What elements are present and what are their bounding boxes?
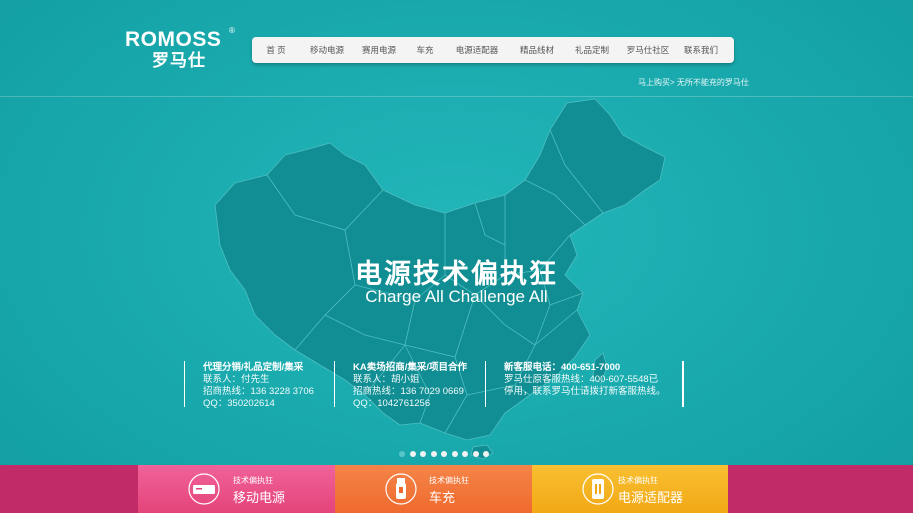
card-tag: 技术偏执狂 (429, 476, 469, 485)
contact-block-agent: 代理分销/礼品定制/集采 联系人：付先生 招商热线：136 3228 3706 … (184, 361, 314, 409)
contact-title: 代理分销/礼品定制/集采 (203, 362, 304, 373)
hero-title: 电源技术偏执狂 (355, 259, 558, 289)
contact-line: 联系人：付先生 (203, 374, 270, 385)
power-bank-icon (188, 473, 220, 505)
adapter-icon (582, 473, 614, 505)
contact-title: KA卖场招商/集采/项目合作 (353, 362, 468, 373)
logo-text-cn: 罗马仕 (152, 51, 206, 70)
nav-gift-custom[interactable]: 礼品定制 (566, 44, 618, 56)
contact-line: 招商热线：136 3228 3706 (203, 386, 314, 397)
product-card-adapter[interactable]: 技术偏执狂 电源适配器 (532, 465, 728, 513)
contact-line: 罗马仕原客服热线：400-607-5548已 (504, 374, 659, 385)
nav-car-charger[interactable]: 车充 (404, 44, 446, 56)
slider-dot[interactable] (483, 451, 489, 457)
card-tag: 技术偏执狂 (618, 476, 658, 485)
contact-title: 新客服电话：400-651-7000 (504, 362, 621, 373)
card-title: 电源适配器 (618, 490, 684, 505)
nav-home[interactable]: 首 页 (252, 44, 300, 56)
slider-dot[interactable] (451, 451, 458, 457)
slider-dot[interactable] (441, 451, 447, 457)
product-card-power-bank[interactable]: 技术偏执狂 移动电源 (138, 465, 335, 513)
contact-divider (682, 361, 684, 407)
slider-dot[interactable] (462, 451, 468, 457)
car-charger-icon (385, 473, 417, 505)
contact-block-ka: KA卖场招商/集采/项目合作 联系人：胡小姐 招商热线：136 7029 066… (334, 361, 468, 409)
nav-race-power[interactable]: 赛用电源 (354, 44, 404, 56)
slider-dot[interactable] (430, 451, 437, 457)
nav-community[interactable]: 罗马仕社区 (618, 44, 678, 56)
breadcrumb[interactable]: 马上购买> 无所不能充的罗马仕 (638, 77, 749, 88)
card-title: 车充 (429, 490, 456, 505)
slider-dot[interactable] (409, 451, 416, 457)
contact-line: QQ：350202614 (203, 398, 275, 409)
romoss-logo[interactable]: ROMOSS ® 罗马仕 (125, 26, 235, 74)
hero-subtitle: Charge All Challenge All (365, 287, 548, 306)
slider-dot[interactable] (399, 451, 405, 457)
card-tag: 技术偏执狂 (233, 476, 273, 485)
contact-line: 停用，联系罗马仕请拨打新客服热线。 (504, 386, 666, 397)
card-title: 移动电源 (233, 490, 286, 505)
nav-contact[interactable]: 联系我们 (678, 44, 724, 56)
nav-cables[interactable]: 精品线材 (508, 44, 566, 56)
nav-power-adapter[interactable]: 电源适配器 (446, 44, 508, 56)
contact-line: 招商热线：136 7029 0669 (353, 386, 464, 397)
product-card-car-charger[interactable]: 技术偏执狂 车充 (335, 465, 532, 513)
nav-power-bank[interactable]: 移动电源 (300, 44, 354, 56)
contact-line: QQ：1042761256 (353, 398, 431, 409)
slider-dot[interactable] (420, 451, 426, 457)
header: ROMOSS ® 罗马仕 首 页 移动电源 赛用电源 车充 电源适配器 精品线材… (0, 0, 913, 96)
main-nav: 首 页 移动电源 赛用电源 车充 电源适配器 精品线材 礼品定制 罗马仕社区 联… (252, 37, 734, 63)
contact-block-service: 新客服电话：400-651-7000 罗马仕原客服热线：400-607-5548… (485, 361, 666, 407)
logo-text-en: ROMOSS (125, 28, 222, 51)
slider-dot[interactable] (472, 451, 479, 457)
logo-registered-mark: ® (229, 26, 235, 35)
page: ROMOSS ® 罗马仕 首 页 移动电源 赛用电源 车充 电源适配器 精品线材… (0, 0, 913, 513)
contact-line: 联系人：胡小姐 (353, 374, 420, 385)
slider-pagination (399, 451, 489, 457)
